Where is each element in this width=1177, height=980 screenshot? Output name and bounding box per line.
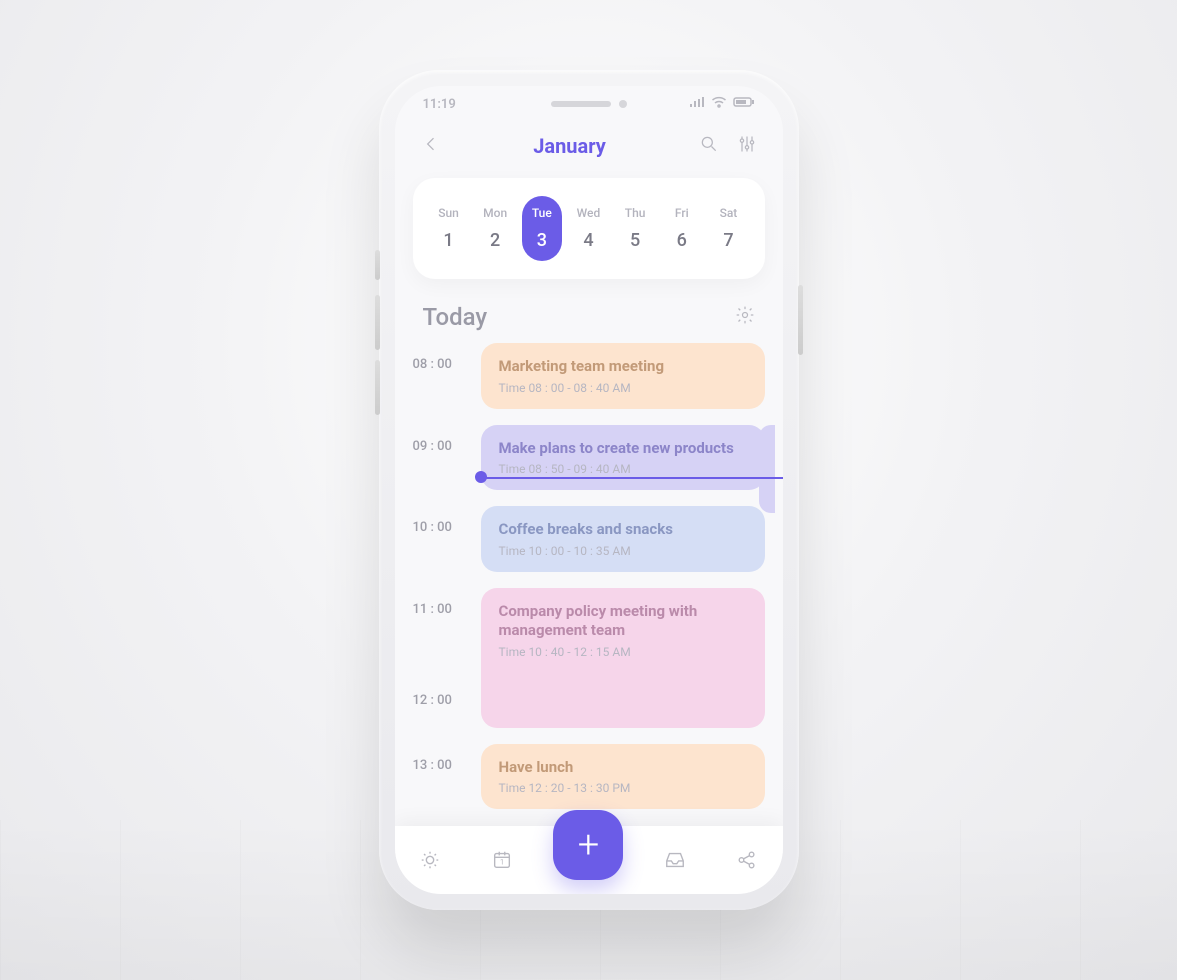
signal-icon: [689, 96, 705, 112]
nav-share[interactable]: [727, 840, 767, 880]
time-slot: 09 : 00 Make plans to create new products…: [413, 425, 765, 491]
event-subtitle: Time 08 : 00 - 08 : 40 AM: [499, 381, 747, 395]
event-title: Make plans to create new products: [499, 439, 747, 459]
day-number: 7: [723, 230, 733, 251]
day-number: 2: [490, 230, 500, 251]
event-title: Company policy meeting with management t…: [499, 602, 747, 641]
slot-time: 09 : 00: [413, 425, 463, 454]
event-card[interactable]: Marketing team meeting Time 08 : 00 - 08 …: [481, 343, 765, 409]
power-button: [798, 285, 803, 355]
day-sun[interactable]: Sun 1: [429, 196, 469, 261]
bottom-nav: 1 +: [395, 826, 783, 894]
day-label: Wed: [577, 206, 601, 220]
phone-frame: 11:19 January: [379, 70, 799, 910]
page-title: January: [533, 134, 606, 158]
slot-time: 13 : 00: [413, 744, 463, 773]
day-fri[interactable]: Fri 6: [662, 196, 702, 261]
event-card[interactable]: Coffee breaks and snacks Time 10 : 00 - 1…: [481, 506, 765, 572]
event-subtitle: Time 10 : 00 - 10 : 35 AM: [499, 544, 747, 558]
day-mon[interactable]: Mon 2: [475, 196, 515, 261]
volume-down-button: [375, 360, 380, 415]
day-sat[interactable]: Sat 7: [708, 196, 748, 261]
day-number: 6: [677, 230, 687, 251]
filter-button[interactable]: [737, 134, 757, 158]
slot-time: 10 : 00: [413, 506, 463, 535]
section-header: Today: [395, 279, 783, 343]
wifi-icon: [711, 96, 727, 112]
day-wed[interactable]: Wed 4: [568, 196, 608, 261]
event-subtitle: Time 12 : 20 - 13 : 30 PM: [499, 781, 747, 795]
svg-text:1: 1: [500, 858, 504, 867]
nav-weather[interactable]: [410, 840, 450, 880]
event-peek[interactable]: [759, 425, 775, 513]
screen: 11:19 January: [395, 86, 783, 894]
event-title: Marketing team meeting: [499, 357, 747, 377]
back-button[interactable]: [421, 134, 441, 158]
day-tue[interactable]: Tue 3: [522, 196, 562, 261]
app-header: January: [395, 122, 783, 170]
nav-calendar[interactable]: 1: [482, 840, 522, 880]
status-time: 11:19: [423, 97, 456, 112]
time-slot: 08 : 00 Marketing team meeting Time 08 : 0…: [413, 343, 765, 409]
event-subtitle: Time 08 : 50 - 09 : 40 AM: [499, 462, 747, 476]
slot-time: 08 : 00: [413, 343, 463, 372]
day-number: 5: [630, 230, 640, 251]
settings-button[interactable]: [735, 305, 755, 329]
notch: [551, 100, 627, 108]
section-title: Today: [423, 303, 488, 331]
day-label: Fri: [675, 206, 689, 220]
week-selector: Sun 1 Mon 2 Tue 3 Wed 4 Thu 5 Fri 6 Sat 7: [413, 178, 765, 279]
volume-up-button: [375, 295, 380, 350]
event-card[interactable]: Company policy meeting with management t…: [481, 588, 765, 728]
event-card[interactable]: Have lunch Time 12 : 20 - 13 : 30 PM: [481, 744, 765, 810]
event-card[interactable]: Make plans to create new products Time 08…: [481, 425, 765, 491]
time-slot: 10 : 00 Coffee breaks and snacks Time 10 :…: [413, 506, 765, 572]
event-title: Have lunch: [499, 758, 747, 778]
day-label: Sun: [438, 206, 459, 220]
nav-inbox[interactable]: [655, 840, 695, 880]
plus-icon: +: [578, 826, 599, 864]
day-label: Thu: [625, 206, 646, 220]
day-thu[interactable]: Thu 5: [615, 196, 655, 261]
day-number: 1: [443, 230, 453, 251]
time-slot: 13 : 00 Have lunch Time 12 : 20 - 13 : 30 …: [413, 744, 765, 810]
day-number: 4: [583, 230, 593, 251]
day-label: Mon: [483, 206, 507, 220]
add-event-button[interactable]: +: [553, 810, 623, 880]
battery-icon: [733, 96, 755, 112]
day-label: Sat: [720, 206, 738, 220]
day-label: Tue: [532, 206, 552, 220]
slot-time: 11 : 0012 : 00: [413, 588, 463, 708]
event-subtitle: Time 10 : 40 - 12 : 15 AM: [499, 645, 747, 659]
day-number: 3: [537, 230, 547, 251]
search-button[interactable]: [699, 134, 719, 158]
side-button: [375, 250, 380, 280]
event-title: Coffee breaks and snacks: [499, 520, 747, 540]
time-slot: 11 : 0012 : 00 Company policy meeting wit…: [413, 588, 765, 728]
